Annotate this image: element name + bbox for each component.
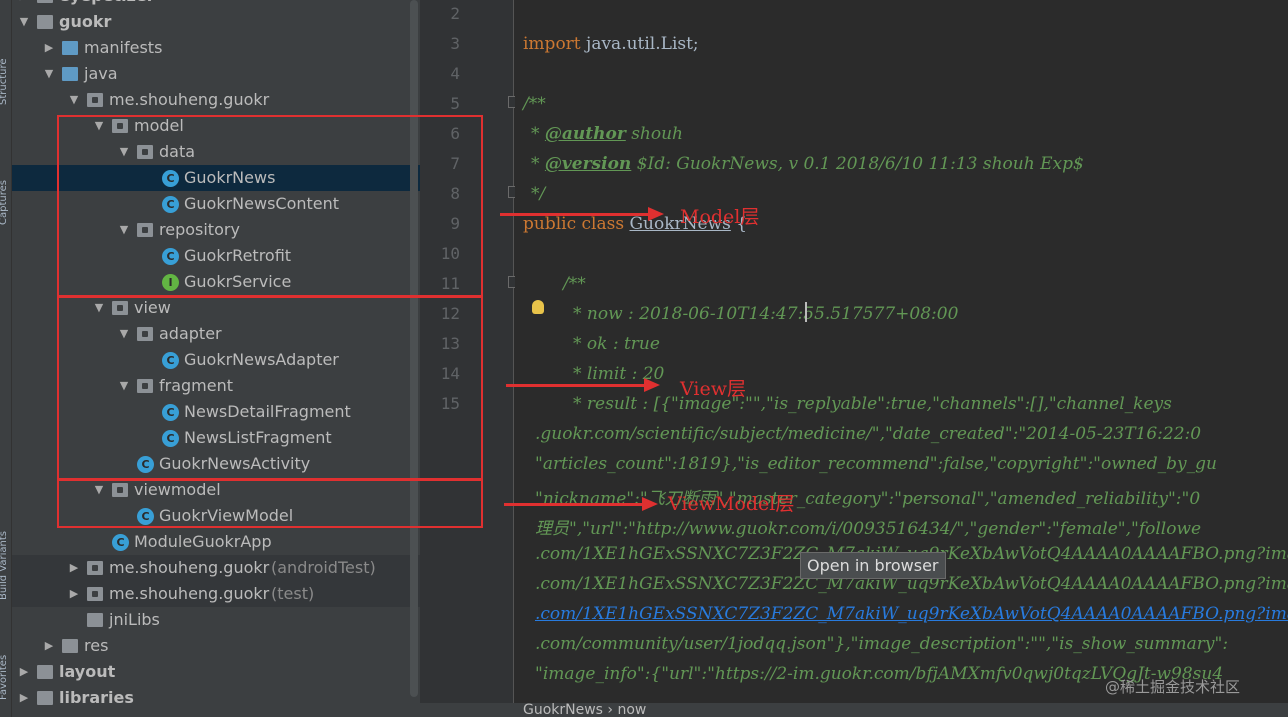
line-number: 4 [450, 64, 460, 83]
viewmodel-layer-box [57, 479, 483, 528]
tree-row-label: libraries [59, 688, 134, 707]
structure-tab[interactable]: Structure [0, 58, 9, 105]
package-dot [92, 565, 98, 571]
tree-row[interactable]: ▶ libraries [12, 685, 420, 711]
viewmodel-layer-label: ViewModel层 [668, 493, 795, 515]
lightbulb-icon[interactable] [532, 300, 544, 314]
tree-row-label: ModuleGuokrApp [134, 532, 272, 551]
tree-row[interactable]: ▼ guokr [12, 9, 420, 35]
tree-row[interactable]: ▼ java [12, 61, 420, 87]
folder-icon [37, 665, 53, 679]
favorites-tab[interactable]: Favorites [0, 655, 9, 700]
doc-result: * result : [{"image":"","is_replyable":t… [573, 394, 1172, 414]
doc-wrap-8: .com/community/user/1jodqq.json"},"image… [535, 634, 1229, 654]
tree-row-label: res [84, 636, 109, 655]
tree-row-label: me.shouheng.guokr [109, 90, 270, 109]
folder-icon [37, 691, 53, 705]
tree-row[interactable]: ▶ me.shouheng.guokr (test) [12, 581, 420, 607]
tree-row-label: jniLibs [109, 610, 160, 629]
chevron-right-icon[interactable]: ▶ [67, 581, 81, 607]
folder-icon [87, 613, 103, 627]
doc-author: * @author shouh [531, 124, 684, 144]
doc-wrap-2: "articles_count":1819},"is_editor_recomm… [535, 454, 1217, 474]
open-in-browser-tooltip[interactable]: Open in browser [800, 552, 946, 579]
model-layer-label: Model层 [680, 206, 760, 228]
tree-row[interactable]: ▶ eyepetizer [12, 0, 420, 9]
tree-row-suffix: (test) [271, 584, 315, 603]
watermark: @稀土掘金技术社区 [1105, 678, 1241, 696]
chevron-down-icon[interactable]: ▼ [17, 9, 31, 35]
folder-icon [62, 639, 78, 653]
tree-row-label: me.shouheng.guokr [109, 558, 270, 577]
line-number: 2 [450, 4, 460, 23]
code-line-import: import java.util.List; [523, 34, 699, 54]
tree-row[interactable]: ▶ layout [12, 659, 420, 685]
chevron-right-icon[interactable]: ▶ [17, 685, 31, 711]
folder-icon [62, 67, 78, 81]
folder-icon [62, 41, 78, 55]
chevron-right-icon[interactable]: ▶ [17, 0, 31, 9]
tree-row-suffix: (androidTest) [271, 558, 376, 577]
doc-version: * @version $Id: GuokrNews, v 0.1 2018/6/… [531, 154, 1084, 174]
model-layer-box [57, 115, 483, 297]
tree-row-label: guokr [59, 12, 112, 31]
package-icon [87, 561, 103, 575]
tree-row[interactable]: ▼ me.shouheng.guokr [12, 87, 420, 113]
package-dot [92, 591, 98, 597]
package-dot [92, 97, 98, 103]
doc-wrap-1: .guokr.com/scientific/subject/medicine/"… [535, 424, 1202, 444]
line-number: 5 [450, 94, 460, 113]
view-arrow [506, 378, 660, 392]
doc-close: */ [531, 184, 546, 204]
chevron-right-icon[interactable]: ▶ [42, 633, 56, 659]
tree-row[interactable]: ▶ res [12, 633, 420, 659]
folder-icon [37, 15, 53, 29]
package-icon [87, 587, 103, 601]
model-arrow [500, 207, 664, 221]
view-layer-label: View层 [680, 378, 746, 400]
doc2-open: /** [563, 274, 586, 294]
captures-tab[interactable]: Captures [0, 180, 9, 225]
doc-wrap-4: 理员","url":"http://www.guokr.com/i/009351… [535, 519, 1202, 539]
chevron-down-icon[interactable]: ▼ [67, 87, 81, 113]
text-caret [805, 302, 807, 322]
breadcrumb[interactable]: GuokrNews › now [420, 703, 1288, 717]
package-icon [87, 93, 103, 107]
doc-ok: * ok : true [573, 334, 660, 354]
tree-row[interactable]: C ModuleGuokrApp [12, 529, 420, 555]
tree-row-label: manifests [84, 38, 163, 57]
tree-row-label: eyepetizer [59, 0, 155, 9]
chevron-down-icon[interactable]: ▼ [42, 61, 56, 87]
line-number: 3 [450, 34, 460, 53]
chevron-right-icon[interactable]: ▶ [42, 35, 56, 61]
viewmodel-arrow [504, 497, 658, 511]
tree-row-label: java [84, 64, 118, 83]
code-editor[interactable]: import java.util.List; /** * @author sho… [515, 0, 1288, 703]
doc-link[interactable]: .com/1XE1hGExSSNXC7Z3F2ZC_M7akiW_uq9rKeX… [535, 604, 1288, 624]
tree-row[interactable]: ▶ manifests [12, 35, 420, 61]
doc-now: * now : 2018-06-10T14:47:55.517577+08:00 [573, 304, 959, 324]
tree-row-label: layout [59, 662, 116, 681]
chevron-right-icon[interactable]: ▶ [17, 659, 31, 685]
class-icon: C [112, 534, 129, 551]
tree-row[interactable]: ▶ me.shouheng.guokr (androidTest) [12, 555, 420, 581]
view-layer-box [57, 296, 483, 480]
tree-row-label: me.shouheng.guokr [109, 584, 270, 603]
doc-open: /** [523, 94, 546, 114]
tool-window-strip: Structure Captures Build Variants Favori… [0, 0, 12, 717]
chevron-right-icon[interactable]: ▶ [67, 555, 81, 581]
folder-icon [37, 0, 53, 3]
build-variants-tab[interactable]: Build Variants [0, 531, 9, 600]
tree-row[interactable]: jniLibs [12, 607, 420, 633]
